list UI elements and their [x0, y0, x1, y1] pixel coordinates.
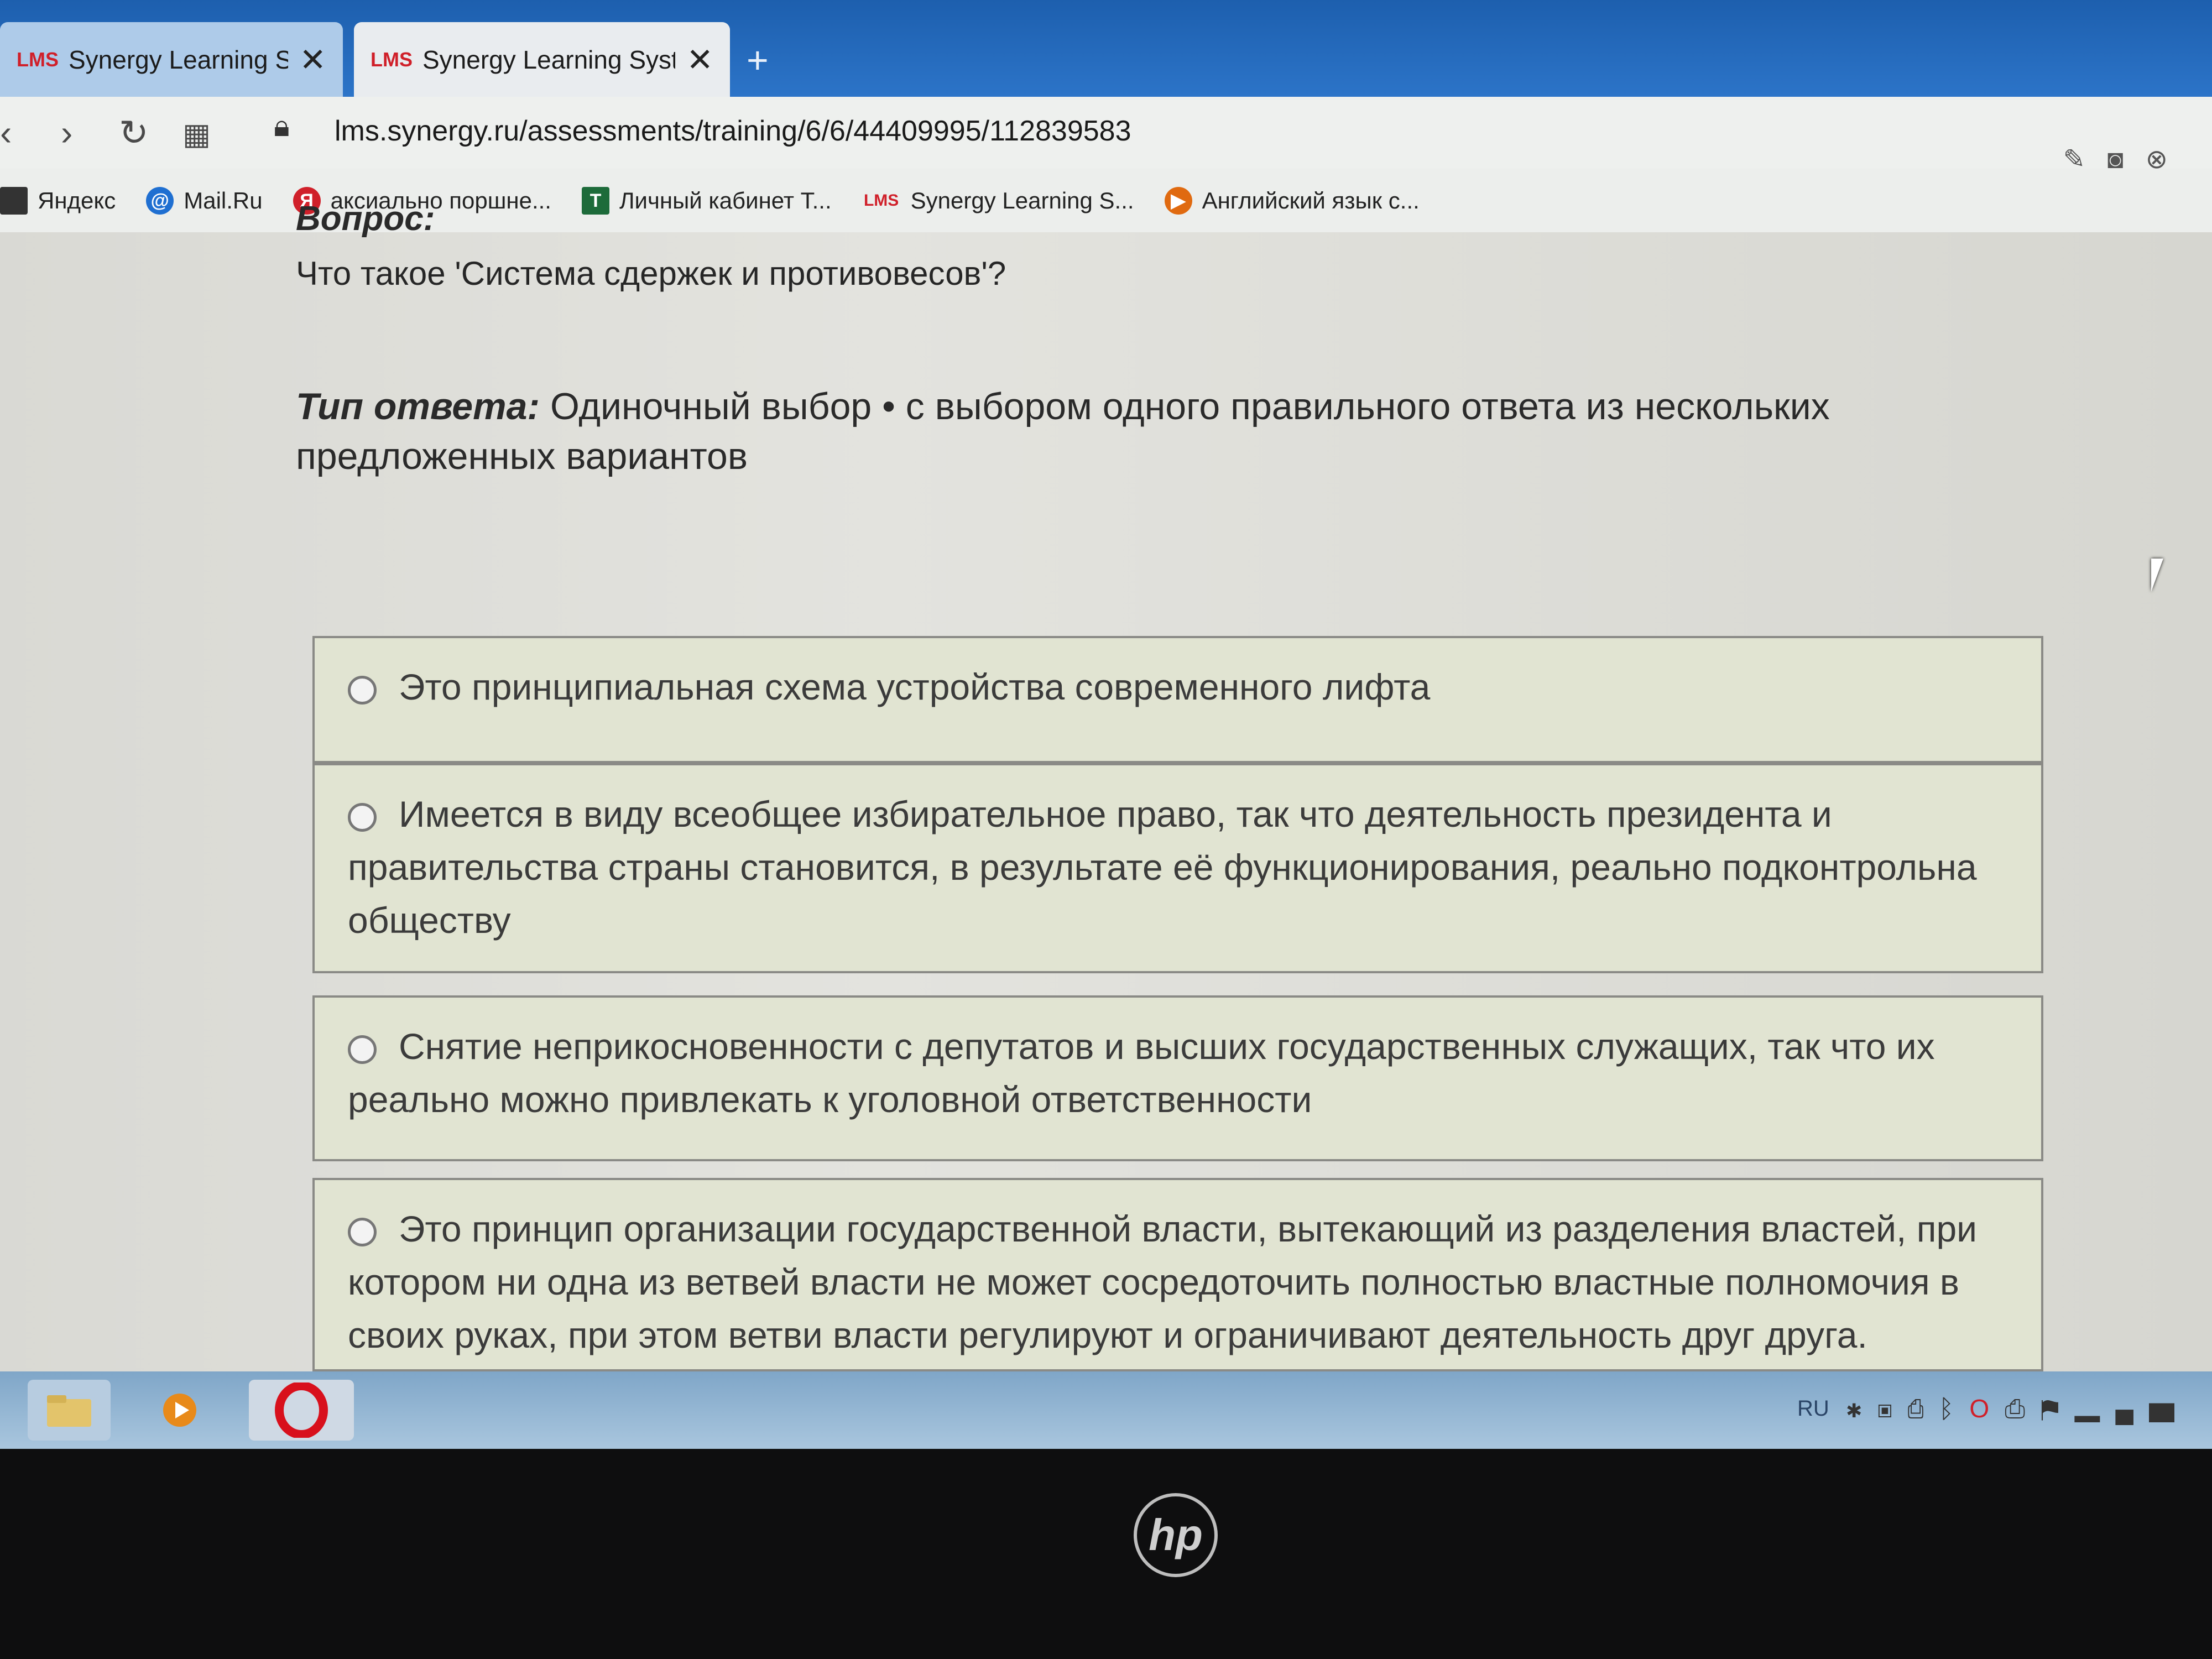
- radio-button[interactable]: [348, 1035, 377, 1064]
- printer-icon[interactable]: ⎙: [2005, 1394, 2041, 1423]
- tab-title: Synergy Learning System: [422, 45, 676, 74]
- bookmark-yandex[interactable]: Яндекс: [0, 186, 116, 215]
- bookmark-label: Английский язык с...: [1202, 187, 1420, 213]
- radio-button[interactable]: [348, 802, 377, 832]
- reload-icon[interactable]: ↻: [119, 112, 149, 154]
- assessment-page: Вопрос: Что такое 'Система сдержек и про…: [0, 200, 2212, 1371]
- opera-icon[interactable]: [249, 1380, 354, 1441]
- flag-icon[interactable]: ⚑: [2041, 1394, 2074, 1423]
- toolbar-right: ✎◙⊗: [2063, 144, 2190, 175]
- lms-logo-icon: LMS: [371, 48, 413, 71]
- media-player-icon[interactable]: [138, 1380, 221, 1441]
- tab-synergy-1[interactable]: LMS Synergy Learning System ✕: [0, 22, 343, 97]
- mail-icon: @: [146, 186, 174, 215]
- file-explorer-icon[interactable]: [28, 1380, 111, 1441]
- close-tab-icon[interactable]: ✕: [299, 41, 326, 79]
- question-label: Вопрос:: [296, 200, 435, 238]
- page-icon: [0, 186, 28, 215]
- answer-option-text: Это принцип организации государственной …: [348, 1208, 1978, 1355]
- bookmark-cabinet[interactable]: T Личный кабинет Т...: [581, 186, 832, 215]
- lms-icon: LMS: [863, 191, 899, 210]
- t-icon: T: [581, 186, 609, 215]
- lock-icon: 🔒︎: [274, 109, 290, 143]
- network-icon[interactable]: ✱: [1846, 1394, 1877, 1423]
- grid-icon[interactable]: ▦: [182, 117, 211, 152]
- window-icon[interactable]: ▣: [1877, 1394, 1908, 1423]
- tab-strip: LMS Synergy Learning System ✕ LMS Synerg…: [0, 0, 2212, 97]
- play-icon: ▶: [1164, 186, 1192, 215]
- answer-type: Тип ответа: Одиночный выбор • с выбором …: [296, 382, 1900, 481]
- device-icon[interactable]: ⎙: [1908, 1394, 1939, 1423]
- radio-button[interactable]: [348, 1217, 377, 1246]
- language-indicator[interactable]: RU: [1797, 1396, 1829, 1421]
- bookmark-mailru[interactable]: @ Mail.Ru: [146, 186, 263, 215]
- close-tab-icon[interactable]: ✕: [686, 41, 713, 79]
- tab-synergy-2-active[interactable]: LMS Synergy Learning System ✕: [354, 22, 730, 97]
- answer-option-text: Это принципиальная схема устройства совр…: [399, 666, 1431, 707]
- taskbar: RU ✱▣⎙ᛒO⎙⚑▂▄▆: [0, 1371, 2212, 1449]
- answer-option-text: Имеется в виду всеобщее избирательное пр…: [348, 794, 1977, 941]
- opera-tray-icon[interactable]: O: [1969, 1394, 2005, 1423]
- answer-option-text: Снятие неприкосновенности с депутатов и …: [348, 1026, 1935, 1120]
- lms-logo-icon: LMS: [17, 48, 59, 71]
- back-icon[interactable]: ‹: [0, 112, 12, 153]
- bluetooth-icon[interactable]: ᛒ: [1939, 1394, 1970, 1423]
- mouse-cursor-icon: [2151, 559, 2163, 592]
- new-tab-button[interactable]: +: [747, 39, 769, 82]
- forward-icon[interactable]: ›: [61, 112, 72, 153]
- hp-logo: hp: [1134, 1493, 1218, 1577]
- bookmark-label: Synergy Learning S...: [910, 187, 1134, 213]
- answer-option[interactable]: Это принципиальная схема устройства совр…: [312, 636, 2043, 763]
- bookmark-label: Яндекс: [38, 187, 116, 213]
- radio-button[interactable]: [348, 675, 377, 705]
- address-bar: ‹ › ↻ ▦ 🔒︎ lms.synergy.ru/assessments/tr…: [0, 97, 2212, 169]
- bookmark-label: Mail.Ru: [184, 187, 263, 213]
- edit-icon[interactable]: ✎: [2063, 145, 2107, 174]
- answer-type-label: Тип ответа:: [296, 385, 540, 427]
- settings-icon[interactable]: ⊗: [2146, 145, 2190, 174]
- answer-option[interactable]: Это принцип организации государственной …: [312, 1178, 2043, 1371]
- bookmark-label: Личный кабинет Т...: [619, 187, 832, 213]
- tab-title: Synergy Learning System: [69, 45, 289, 74]
- question-text: Что такое 'Система сдержек и противовесо…: [296, 255, 1006, 292]
- system-tray: ✱▣⎙ᛒO⎙⚑▂▄▆: [1846, 1394, 2190, 1425]
- url-field[interactable]: lms.synergy.ru/assessments/training/6/6/…: [335, 114, 1131, 148]
- bookmark-english[interactable]: ▶ Английский язык с...: [1164, 186, 1420, 215]
- signal-icon[interactable]: ▂▄▆: [2074, 1394, 2190, 1423]
- answer-option[interactable]: Имеется в виду всеобщее избирательное пр…: [312, 763, 2043, 973]
- laptop-screen: LMS Synergy Learning System ✕ LMS Synerg…: [0, 0, 2212, 1449]
- answer-option[interactable]: Снятие неприкосновенности с депутатов и …: [312, 995, 2043, 1161]
- bookmark-synergy[interactable]: LMS Synergy Learning S...: [862, 187, 1134, 215]
- camera-icon[interactable]: ◙: [2107, 145, 2146, 174]
